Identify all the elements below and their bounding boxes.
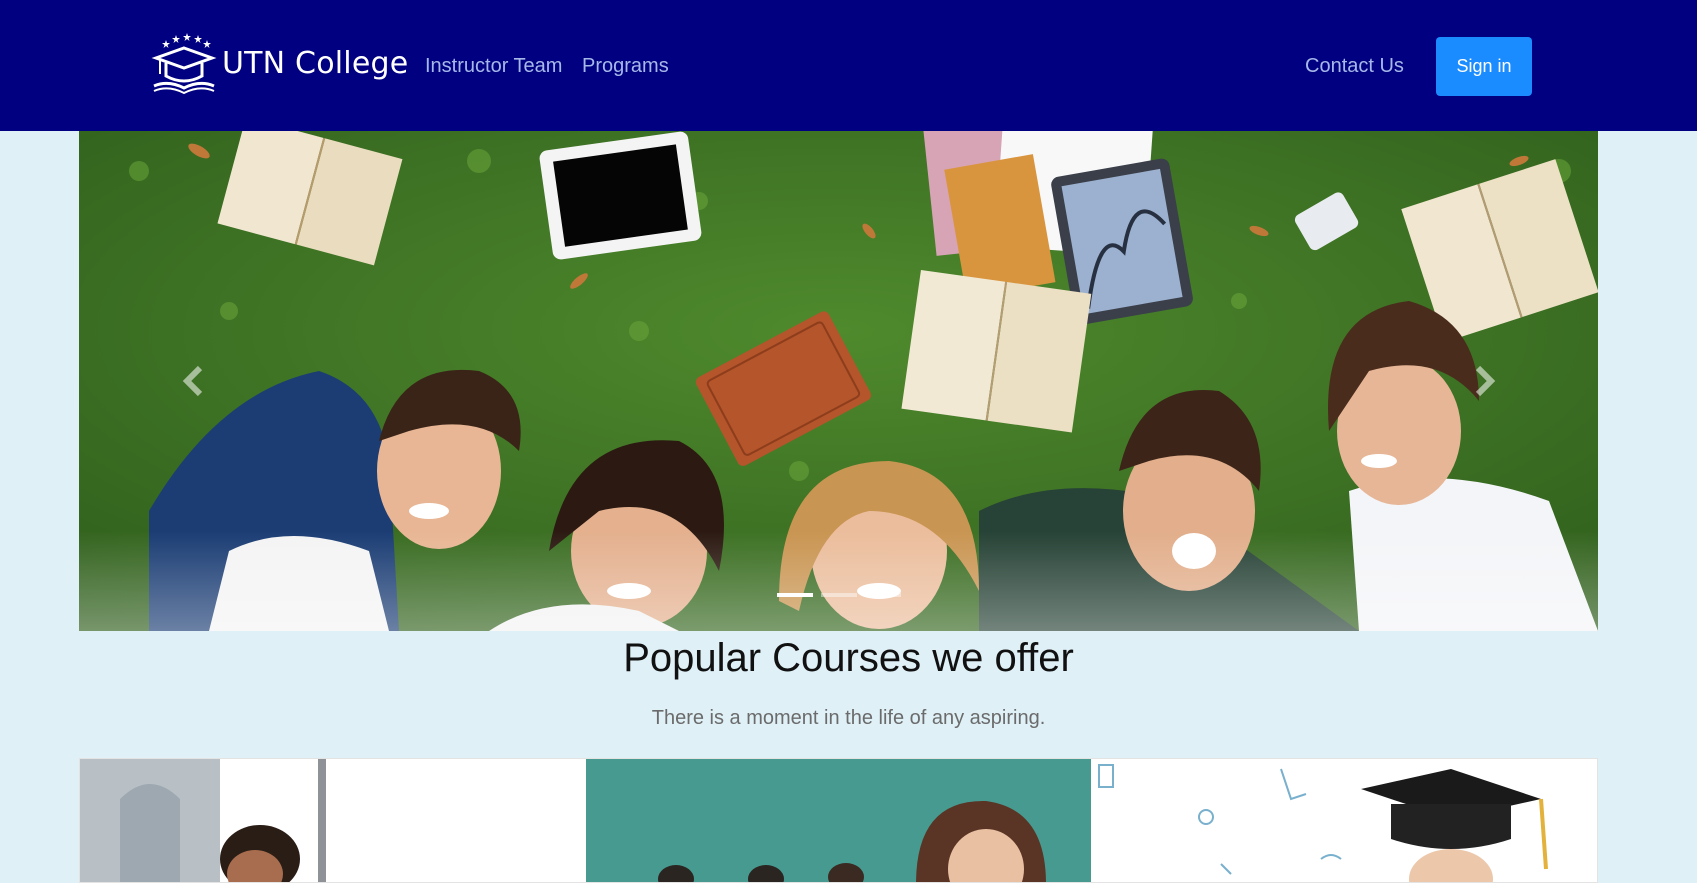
hero-carousel [79,131,1598,631]
nav-link-instructor-team[interactable]: Instructor Team [425,55,562,78]
courses-section-title: Popular Courses we offer [623,636,1074,680]
course-image-student-outdoors [80,759,586,882]
graduation-cap-book-icon [151,33,217,95]
brand-name: UTN College [222,45,409,81]
carousel-next-button[interactable] [1455,351,1515,411]
courses-section-subtitle: There is a moment in the life of any asp… [651,707,1046,729]
carousel-indicator-2[interactable] [820,593,857,597]
nav-link-programs[interactable]: Programs [582,55,669,78]
top-navbar: UTN College Instructor Team Programs Con… [0,0,1697,131]
nav-link-contact-us[interactable]: Contact Us [1305,55,1404,78]
carousel-prev-button[interactable] [163,351,223,411]
chevron-left-icon [182,365,203,397]
carousel-indicators [79,593,1598,603]
course-card-image-2[interactable] [585,759,1092,882]
hero-image-students-on-grass [79,131,1598,631]
course-card-image-1[interactable] [80,759,586,882]
carousel-indicator-1[interactable] [776,593,813,597]
brand-home-link[interactable]: UTN College [150,30,408,96]
course-card-image-3[interactable] [1091,759,1597,882]
course-image-classroom [585,759,1092,882]
sign-in-button[interactable]: Sign in [1436,37,1532,96]
chevron-right-icon [1475,365,1496,397]
course-image-graduate [1091,759,1597,882]
carousel-indicator-3[interactable] [864,593,901,597]
course-cards [79,758,1598,883]
